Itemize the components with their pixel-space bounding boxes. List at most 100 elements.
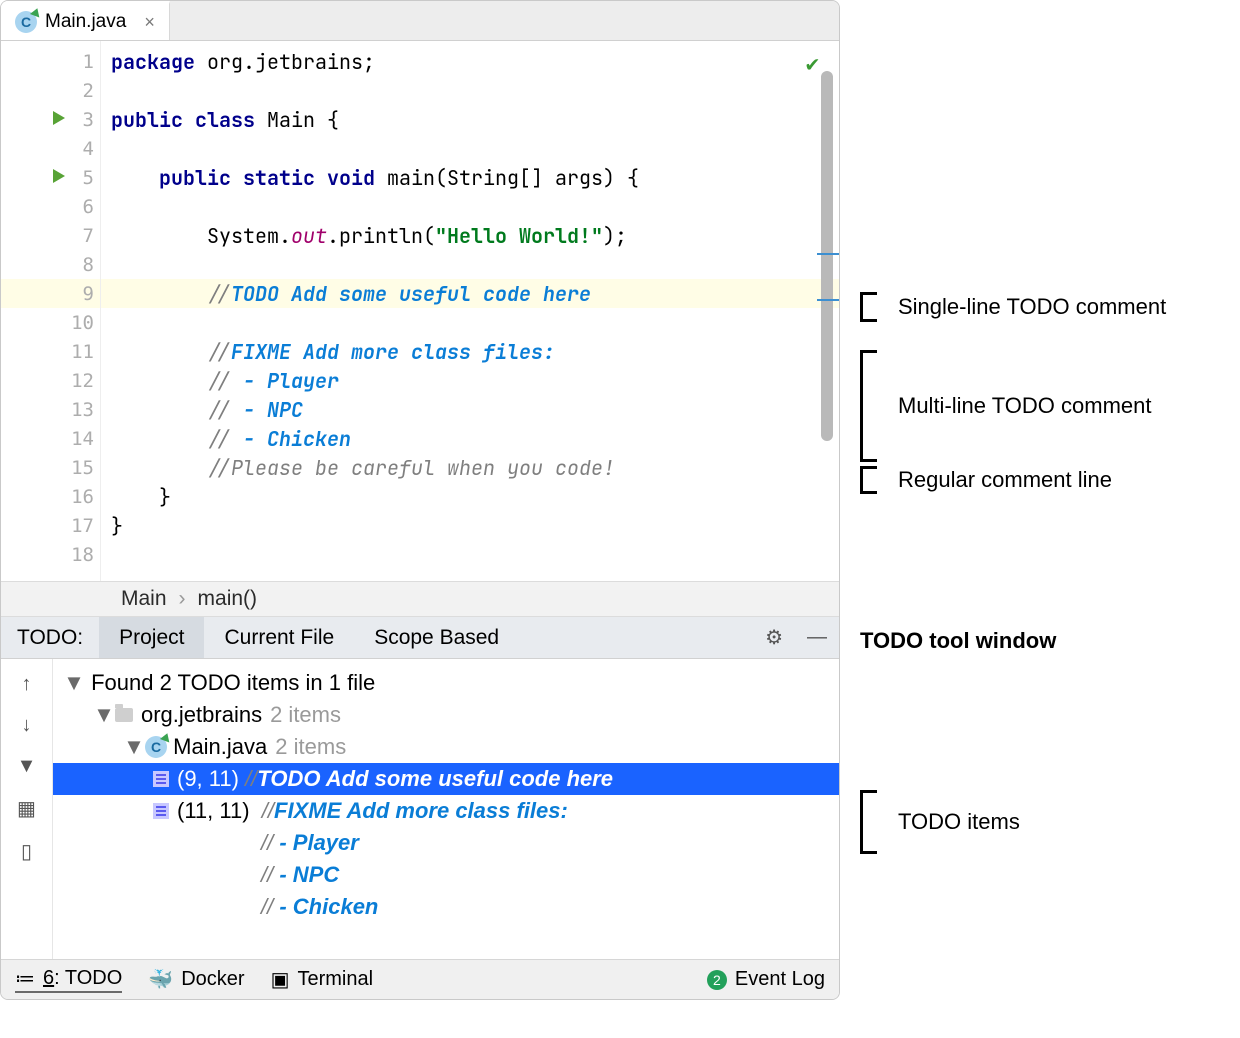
token: Main {: [267, 107, 339, 133]
statusbar-docker[interactable]: 🐳 Docker: [148, 967, 244, 992]
todo-row[interactable]: (11, 11) //FIXME Add more class files:: [53, 795, 839, 827]
scrollbar-thumb[interactable]: [821, 71, 833, 441]
token: [111, 455, 207, 481]
code-line[interactable]: //TODO Add some useful code here: [101, 279, 839, 308]
analysis-ok-icon[interactable]: ✔: [806, 49, 819, 78]
token: //: [207, 281, 231, 307]
code-line[interactable]: }: [101, 511, 839, 540]
chevron-down-icon[interactable]: ▼: [123, 734, 145, 760]
todo-tab-currentfile[interactable]: Current File: [204, 617, 354, 658]
token: [111, 281, 207, 307]
editor[interactable]: 123456789101112131415161718 ✔ package or…: [1, 41, 839, 581]
annotation-regular: Regular comment line: [860, 466, 1112, 494]
gutter-line: 17: [1, 511, 100, 540]
token: main(String[] args) {: [387, 165, 639, 191]
gear-icon[interactable]: ⚙: [753, 625, 795, 650]
run-gutter-icon[interactable]: [53, 169, 65, 183]
run-gutter-icon[interactable]: [53, 111, 65, 125]
breadcrumb-item[interactable]: Main: [121, 587, 167, 611]
token: - Chicken: [243, 426, 351, 452]
statusbar-eventlog-label: Event Log: [735, 968, 825, 991]
todo-row[interactable]: // - Chicken: [53, 891, 839, 923]
statusbar-todo[interactable]: ≔ 6: TODO: [15, 966, 122, 993]
list-icon: ≔: [15, 966, 35, 991]
token: - NPC: [243, 397, 303, 423]
todo-row[interactable]: // - Player: [53, 827, 839, 859]
todo-toolwindow-header: TODO: Project Current File Scope Based ⚙…: [1, 617, 839, 659]
token: - Player: [243, 368, 339, 394]
code-line[interactable]: [101, 134, 839, 163]
code-line[interactable]: [101, 192, 839, 221]
code-line[interactable]: //Please be careful when you code!: [101, 453, 839, 482]
breadcrumb-item[interactable]: main(): [198, 587, 258, 611]
code-line[interactable]: System.out.println("Hello World!");: [101, 221, 839, 250]
breadcrumb: Main › main(): [1, 581, 839, 617]
code-line[interactable]: public static void main(String[] args) {: [101, 163, 839, 192]
close-icon[interactable]: ×: [144, 12, 155, 33]
editor-tabbar: C Main.java ×: [1, 1, 839, 41]
gutter-line: 18: [1, 540, 100, 569]
token: [111, 397, 207, 423]
token: .println(: [327, 223, 435, 249]
annotation-multi-line: Multi-line TODO comment: [860, 350, 1151, 462]
code-line[interactable]: public class Main {: [101, 105, 839, 134]
todo-row[interactable]: (9, 11) //TODO Add some useful code here: [53, 763, 839, 795]
token: [111, 165, 159, 191]
gutter-line: 16: [1, 482, 100, 511]
filter-icon[interactable]: ▼: [17, 755, 37, 778]
todo-side-toolbar: ↑ ↓ ▼ ▦ ▯: [1, 659, 53, 959]
todo-row[interactable]: ▼ Found 2 TODO items in 1 file: [53, 667, 839, 699]
gutter-line: 4: [1, 134, 100, 163]
gutter-line: 2: [1, 76, 100, 105]
gutter-line: 15: [1, 453, 100, 482]
token: public class: [111, 107, 267, 133]
token: [111, 484, 159, 510]
line-icon: [153, 771, 169, 787]
todo-row[interactable]: ▼ C Main.java2 items: [53, 731, 839, 763]
todo-tab-scope[interactable]: Scope Based: [354, 617, 519, 658]
code-line[interactable]: [101, 308, 839, 337]
gutter-line: 13: [1, 395, 100, 424]
marker-stripe[interactable]: [817, 253, 839, 255]
token: System.: [207, 223, 291, 249]
preview-icon[interactable]: ▯: [21, 839, 32, 864]
code-line[interactable]: //FIXME Add more class files:: [101, 337, 839, 366]
line-icon: [153, 803, 169, 819]
code-line[interactable]: [101, 250, 839, 279]
code-line[interactable]: // - Chicken: [101, 424, 839, 453]
annotation-single-line: Single-line TODO comment: [860, 292, 1166, 322]
statusbar-terminal[interactable]: ▣ Terminal: [271, 967, 373, 992]
statusbar-eventlog[interactable]: 2 Event Log: [707, 968, 825, 991]
code-line[interactable]: package org.jetbrains;: [101, 47, 839, 76]
token: //: [207, 339, 231, 365]
arrow-down-icon[interactable]: ↓: [22, 714, 32, 737]
code-line[interactable]: [101, 76, 839, 105]
token: public static void: [159, 165, 387, 191]
editor-tab[interactable]: C Main.java ×: [1, 1, 170, 40]
marker-stripe[interactable]: [817, 299, 839, 301]
arrow-up-icon[interactable]: ↑: [22, 673, 32, 696]
java-file-icon: C: [145, 736, 167, 758]
chevron-down-icon[interactable]: ▼: [63, 670, 85, 696]
code-area[interactable]: ✔ package org.jetbrains; public class Mai…: [101, 41, 839, 581]
folder-icon: [115, 708, 133, 722]
chevron-down-icon[interactable]: ▼: [93, 702, 115, 728]
todo-row[interactable]: ▼ org.jetbrains2 items: [53, 699, 839, 731]
terminal-icon: ▣: [271, 967, 290, 992]
code-line[interactable]: // - Player: [101, 366, 839, 395]
group-icon[interactable]: ▦: [17, 796, 36, 821]
todo-tab-project[interactable]: Project: [99, 617, 204, 658]
code-line[interactable]: }: [101, 482, 839, 511]
gutter-line: 7: [1, 221, 100, 250]
chevron-right-icon: ›: [179, 587, 186, 611]
token: //Please be careful when you code!: [207, 455, 615, 481]
token: FIXME Add more class files:: [231, 339, 555, 365]
todo-tree[interactable]: ▼ Found 2 TODO items in 1 file▼ org.jetb…: [53, 659, 839, 959]
code-line[interactable]: // - NPC: [101, 395, 839, 424]
code-line[interactable]: [101, 540, 839, 569]
eventlog-badge: 2: [707, 970, 727, 990]
annotation-todo-items: TODO items: [860, 790, 1020, 854]
minimize-icon[interactable]: —: [795, 626, 839, 649]
todo-row[interactable]: // - NPC: [53, 859, 839, 891]
token: //: [207, 368, 243, 394]
